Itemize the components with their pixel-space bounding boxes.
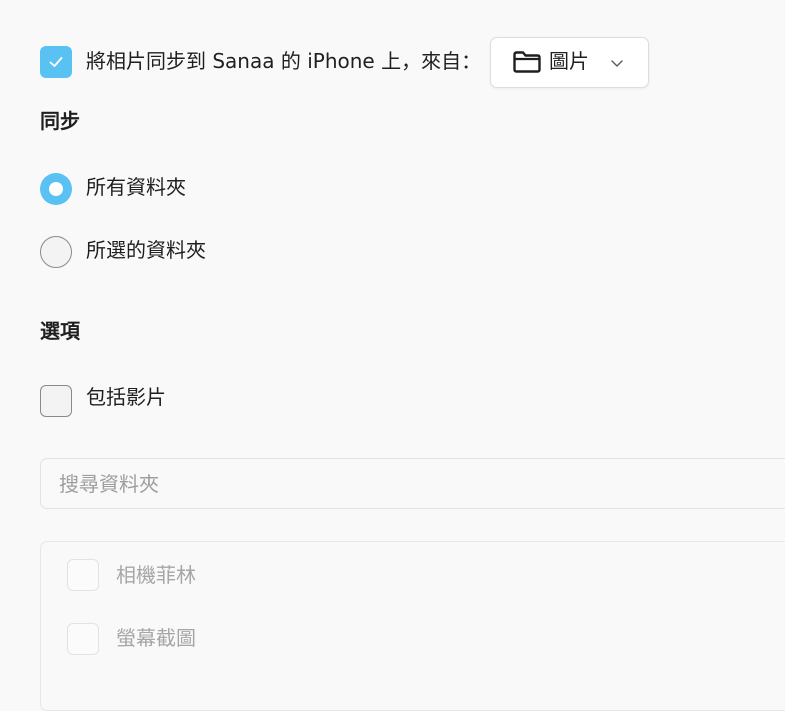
folder-icon xyxy=(513,51,541,73)
photo-source-dropdown[interactable]: 圖片 xyxy=(490,37,649,88)
folder-list: 相機菲林 螢幕截圖 xyxy=(40,541,785,711)
sync-photos-label: 將相片同步到 Sanaa 的 iPhone 上，來自： xyxy=(86,49,482,73)
include-videos-checkbox[interactable] xyxy=(40,385,72,417)
radio-dot xyxy=(49,182,63,196)
checkmark-icon xyxy=(49,57,63,67)
folder-checkbox-camera-roll[interactable] xyxy=(67,559,99,591)
all-folders-radio[interactable] xyxy=(40,173,72,205)
folder-checkbox-screenshots[interactable] xyxy=(67,623,99,655)
selected-folders-label[interactable]: 所選的資料夾 xyxy=(86,236,206,264)
photo-source-value: 圖片 xyxy=(549,49,589,73)
include-videos-label[interactable]: 包括影片 xyxy=(86,383,166,411)
folder-label-screenshots: 螢幕截圖 xyxy=(116,626,196,650)
sync-photos-checkbox[interactable] xyxy=(40,46,72,78)
sync-heading: 同步 xyxy=(40,109,80,133)
search-folders-input[interactable] xyxy=(40,458,785,509)
options-heading: 選項 xyxy=(40,319,80,343)
selected-folders-radio[interactable] xyxy=(40,236,72,268)
chevron-down-icon xyxy=(611,60,623,67)
folder-label-camera-roll: 相機菲林 xyxy=(116,563,196,587)
all-folders-label[interactable]: 所有資料夾 xyxy=(86,173,186,201)
